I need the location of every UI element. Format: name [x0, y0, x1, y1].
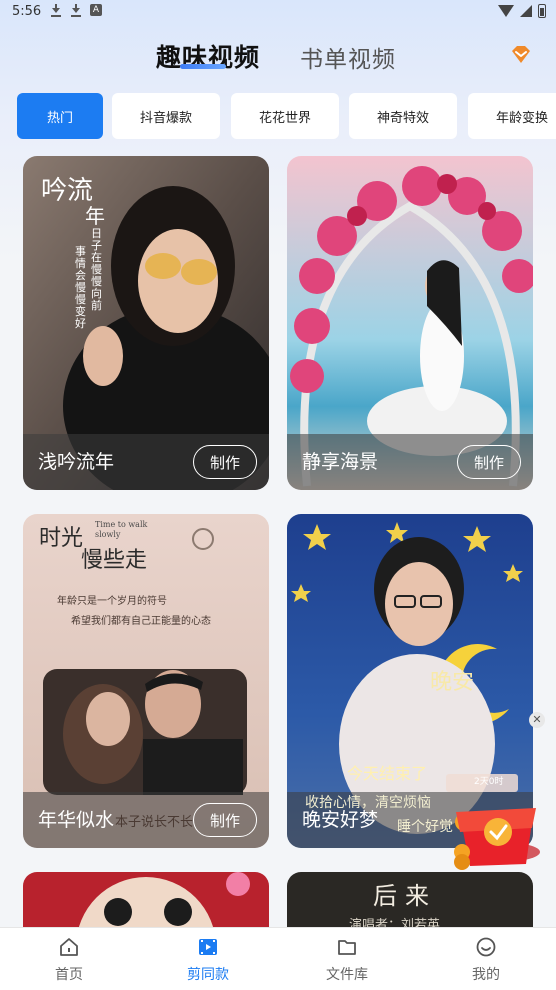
bottom-navigation: 首页 剪同款 文件库 我的 — [0, 927, 556, 990]
chip-age-change[interactable]: 年龄变换 — [468, 93, 556, 139]
profile-icon — [476, 937, 496, 957]
download-icon — [50, 3, 62, 17]
overlay-text: 慢些走 — [81, 548, 148, 573]
template-card[interactable]: 静享海景 制作 — [287, 156, 533, 490]
overlay-text: 年 — [85, 204, 105, 228]
gift-box-icon — [446, 774, 540, 870]
tab-indicator — [180, 64, 226, 69]
card-title: 年华似水 — [38, 809, 115, 831]
overlay-text: 希望我们都有自己正能量的心态 — [71, 616, 211, 627]
overlay-text: 年龄只是一个岁月的符号 — [57, 596, 167, 607]
chip-hot[interactable]: 热门 — [17, 93, 103, 139]
overlay-text: 晚安 — [430, 670, 475, 695]
nav-label: 剪同款 — [187, 967, 229, 983]
video-template-icon — [199, 939, 217, 955]
chip-douyin[interactable]: 抖音爆款 — [112, 93, 220, 139]
category-chips: 热门 抖音爆款 花花世界 神奇特效 年龄变换 — [17, 93, 556, 139]
home-icon — [60, 938, 78, 956]
folder-icon — [338, 940, 356, 955]
signal-icon — [520, 5, 532, 17]
overlay-text: 今天结束了 — [347, 764, 428, 783]
chip-flower-world[interactable]: 花花世界 — [231, 93, 339, 139]
chip-magic-effects[interactable]: 神奇特效 — [349, 93, 457, 139]
overlay-text: 日子在慢慢向前 — [91, 227, 102, 312]
top-tabs: 趣味视频 书单视频 — [0, 34, 556, 78]
tab-booklist-video[interactable]: 书单视频 — [300, 40, 396, 74]
overlay-text: 本子说长不长 — [115, 815, 194, 830]
nav-cut-template[interactable]: 剪同款 — [168, 936, 248, 984]
template-card[interactable]: 时光 慢些走 Time to walk slowly 年龄只是一个岁月的符号 希… — [23, 514, 269, 848]
overlay-text: Time to walk slowly — [95, 520, 148, 539]
template-card[interactable] — [23, 872, 269, 932]
card-thumbnail — [23, 872, 269, 932]
card-title: 浅吟流年 — [38, 451, 115, 473]
nav-profile[interactable]: 我的 — [446, 936, 526, 984]
status-left-icons: A — [50, 3, 102, 17]
download-icon — [70, 3, 82, 17]
promo-close-button[interactable]: ✕ — [529, 712, 545, 728]
make-button[interactable]: 制作 — [457, 445, 521, 479]
nav-file-library[interactable]: 文件库 — [307, 936, 387, 984]
make-button[interactable]: 制作 — [193, 445, 257, 479]
promo-countdown: 2天0时 — [474, 777, 504, 787]
nav-label: 文件库 — [326, 967, 368, 983]
battery-icon — [538, 4, 546, 18]
promo-gift-widget[interactable]: 2天0时 — [440, 752, 544, 870]
template-card[interactable]: 后来 演唱者：刘若英 — [287, 872, 533, 932]
overlay-text: 时光 — [39, 526, 84, 551]
nav-home[interactable]: 首页 — [29, 936, 109, 984]
card-title: 晚安好梦 — [302, 809, 379, 831]
wifi-icon — [498, 5, 514, 17]
status-bar: 5:56 A — [0, 0, 556, 26]
nav-label: 首页 — [55, 967, 83, 983]
overlay-text: 事情会慢慢变好 — [75, 245, 86, 330]
overlay-text: 后来 — [373, 882, 437, 910]
card-title: 静享海景 — [302, 451, 379, 473]
status-time: 5:56 — [12, 4, 42, 19]
status-right-icons — [498, 4, 546, 18]
make-button[interactable]: 制作 — [193, 803, 257, 837]
notification-a-icon: A — [90, 4, 102, 16]
vip-diamond-icon[interactable] — [508, 42, 534, 68]
nav-label: 我的 — [472, 967, 500, 983]
template-card[interactable]: 吟流 年 日子在慢慢向前 事情会慢慢变好 浅吟流年 制作 — [23, 156, 269, 490]
